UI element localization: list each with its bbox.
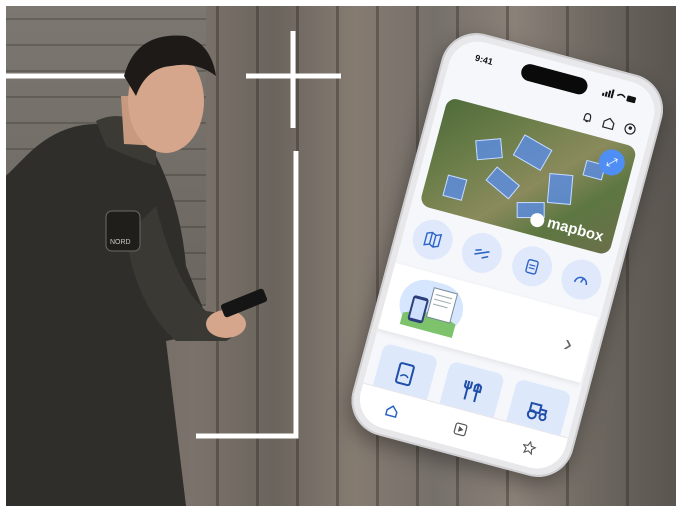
tab-home[interactable] [384,403,401,420]
app-screen: 9:41 ⤢ mapbox › [353,34,662,476]
home-icon [385,405,398,419]
farmer-figure: NORD [6,35,268,506]
profile-icon[interactable] [623,122,638,137]
star-icon [522,440,537,456]
tab-media[interactable] [452,421,469,438]
quick-checklist-button[interactable] [507,241,557,291]
gauge-icon [573,276,588,286]
dynamic-island [519,62,590,97]
document-icon [395,362,415,387]
farm-user-icon[interactable] [601,116,616,131]
jacket-badge-text: NORD [110,239,131,246]
bell-icon[interactable] [580,110,595,125]
header-icons [580,110,637,136]
quick-gauge-button[interactable] [556,255,606,305]
mapbox-wordmark: mapbox [545,214,606,246]
mapbox-logo-icon [529,211,547,229]
chevron-right-icon: › [560,329,576,358]
tractor-icon [526,401,548,422]
status-time: 9:41 [473,52,494,68]
tab-favorites[interactable] [520,439,537,456]
mapbox-attribution: mapbox [529,210,606,246]
status-indicators [601,87,637,105]
banner-illustration [393,274,469,340]
map-icon [423,231,443,248]
quick-field-work-button[interactable] [457,228,507,278]
play-icon [453,422,468,437]
fork-shovel-icon [463,379,483,403]
clipboard-icon [524,258,539,275]
quick-map-button[interactable] [408,215,458,265]
tractor-field-icon [474,249,490,259]
